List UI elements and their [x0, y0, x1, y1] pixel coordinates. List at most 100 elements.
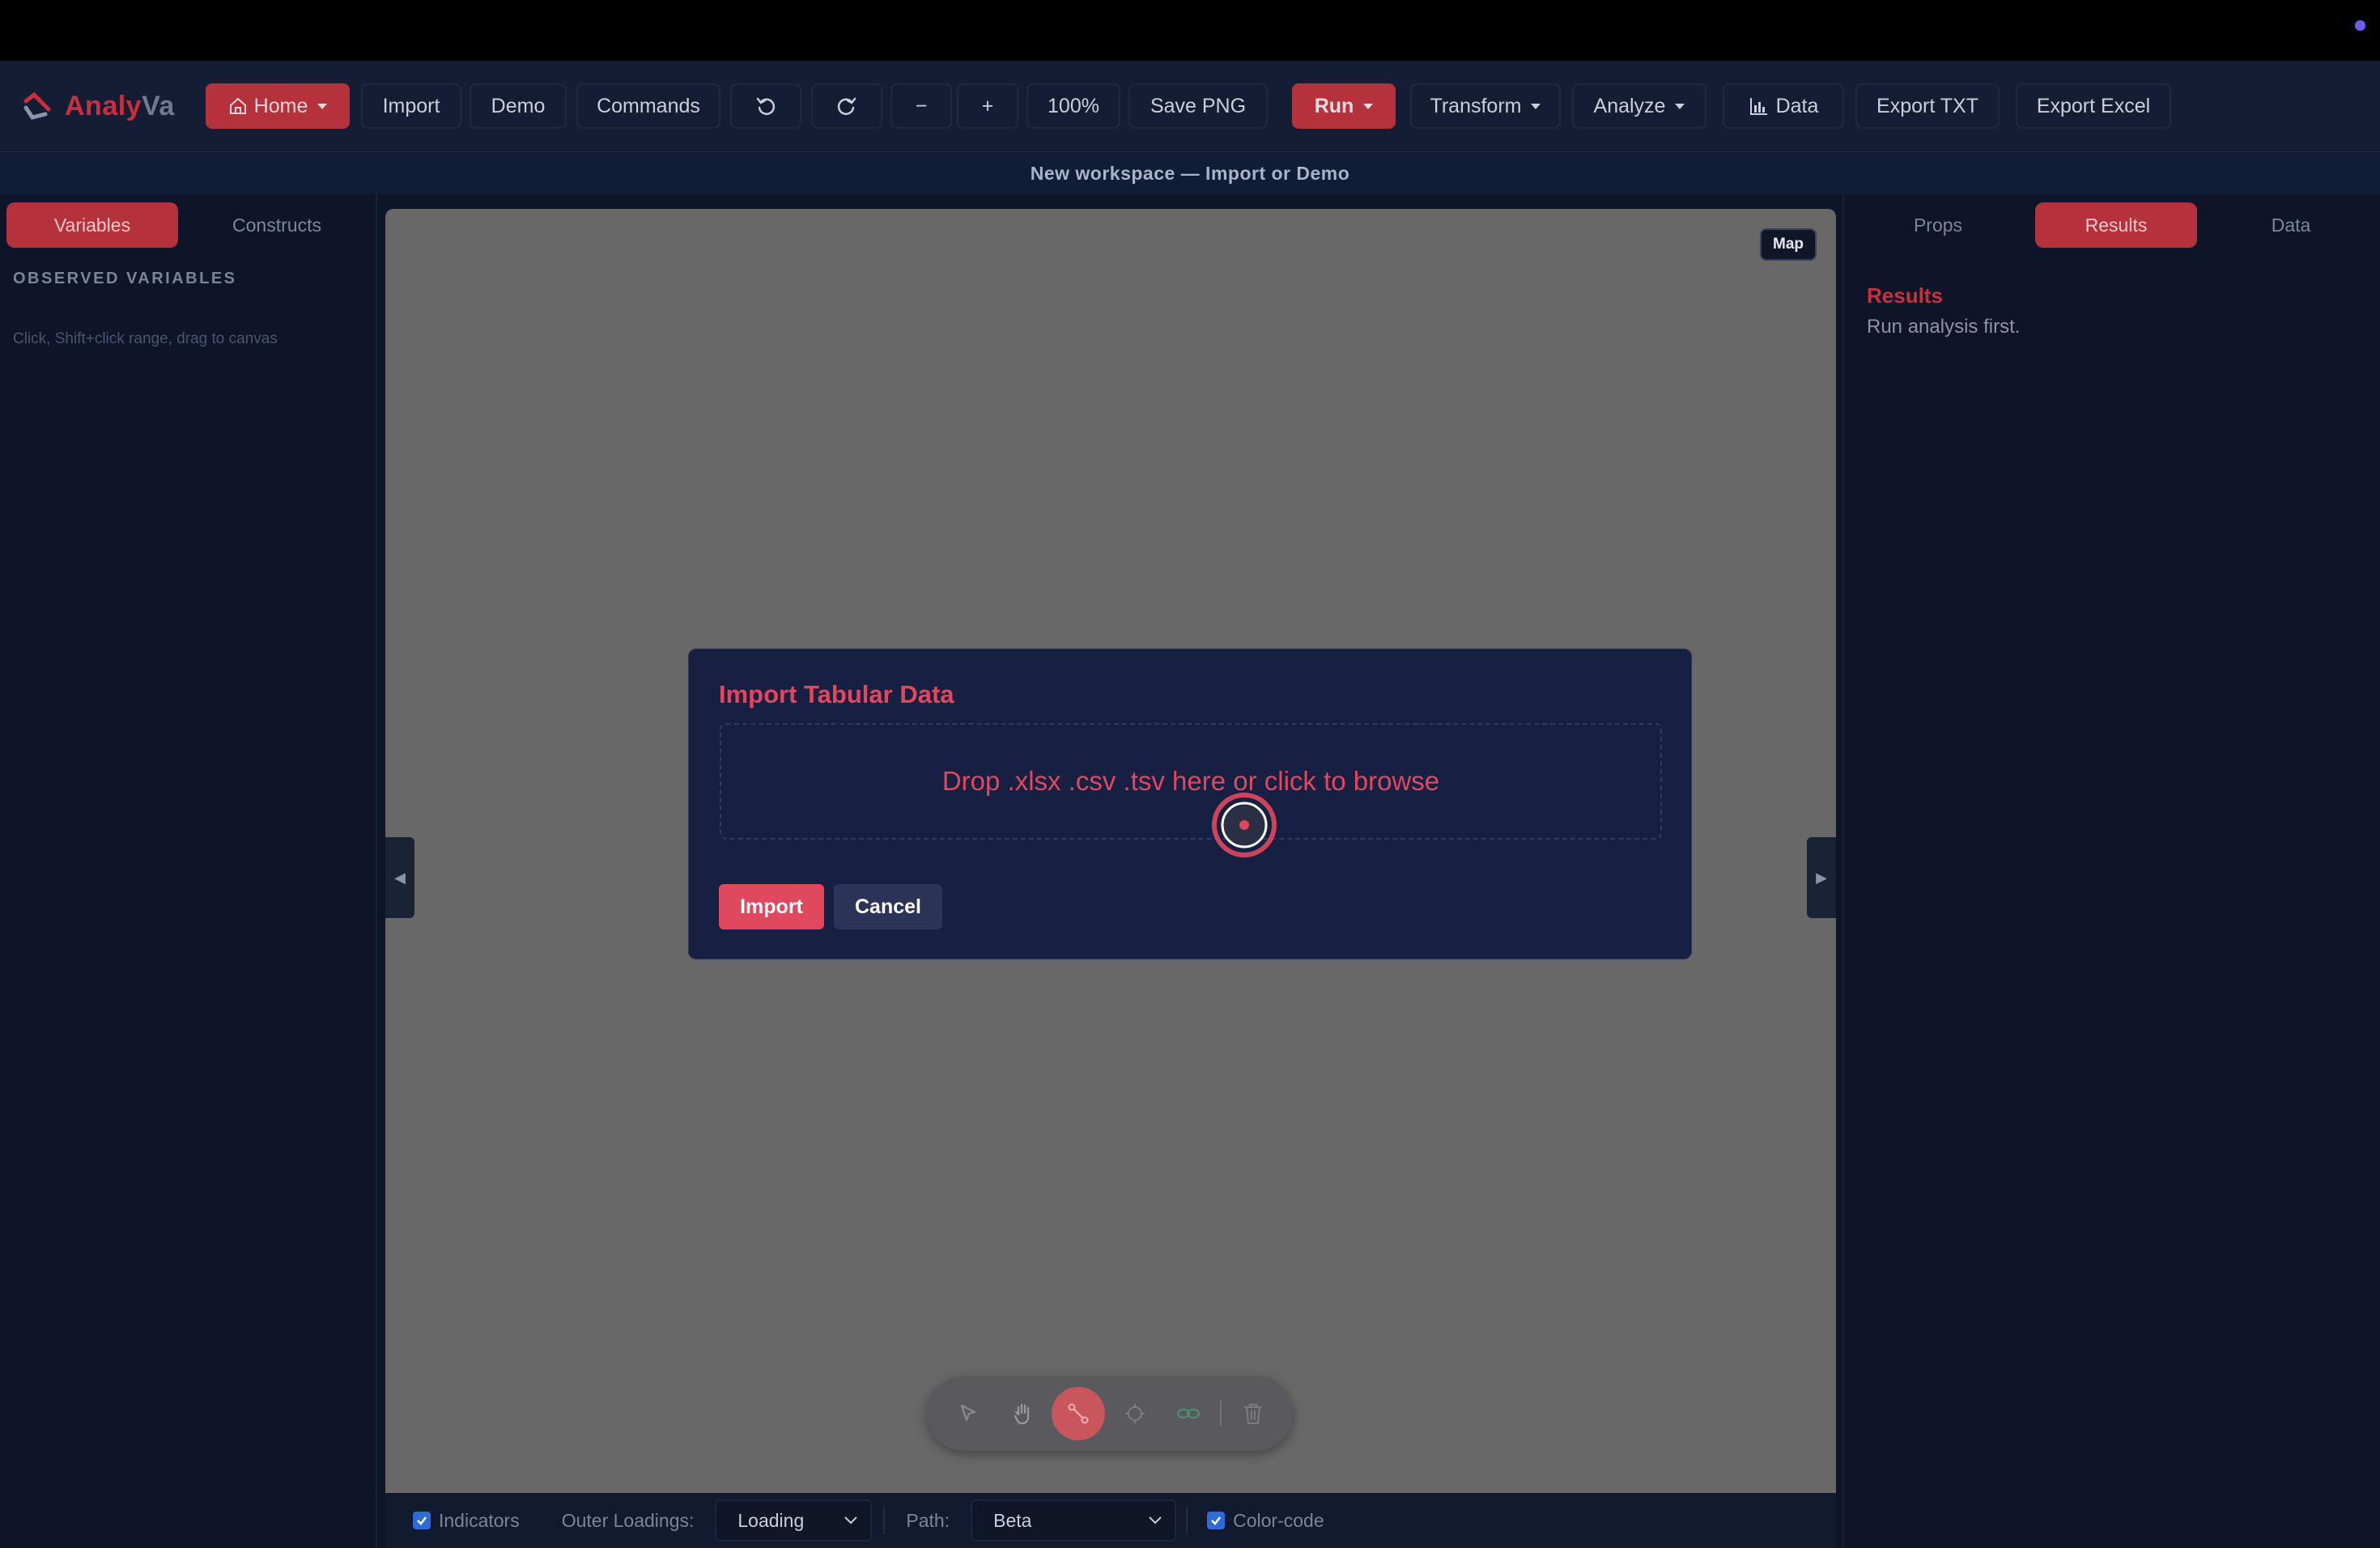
minimap-button[interactable]: Map [1760, 228, 1817, 261]
tab-constructs[interactable]: Constructs [191, 202, 363, 248]
zoom-out-button[interactable]: − [890, 83, 952, 129]
trash-icon [1244, 1404, 1262, 1424]
data-button[interactable]: Data [1723, 83, 1844, 129]
export-excel-button[interactable]: Export Excel [2016, 83, 2171, 129]
analyze-label: Analyze [1593, 94, 1666, 117]
link-icon [1177, 1409, 1200, 1418]
export-txt-button[interactable]: Export TXT [1855, 83, 2000, 129]
link-tool[interactable] [1165, 1390, 1212, 1437]
variables-hint: Click, Shift+click range, drag to canvas [13, 330, 278, 347]
run-label: Run [1314, 94, 1354, 117]
path-select[interactable]: Beta [971, 1499, 1177, 1542]
zoom-in-label: + [981, 94, 994, 117]
outer-loadings-select[interactable]: Loading [715, 1499, 873, 1542]
save-png-button[interactable]: Save PNG [1128, 83, 1268, 129]
chevron-down-icon [1149, 1516, 1162, 1525]
file-dropzone[interactable]: Drop .xlsx .csv .tsv here or click to br… [720, 723, 1662, 840]
cancel-button[interactable]: Cancel [834, 884, 942, 929]
commands-label: Commands [597, 94, 700, 117]
zoom-level-label: 100% [1048, 94, 1099, 117]
color-code-checkbox[interactable] [1207, 1512, 1226, 1529]
check-icon [1211, 1516, 1222, 1525]
connect-path-tool[interactable] [1052, 1387, 1105, 1440]
redo-icon [837, 97, 856, 115]
collapse-left-toggle[interactable]: ◀ [385, 837, 414, 918]
import-dialog: Import Tabular Data Drop .xlsx .csv .tsv… [688, 649, 1692, 959]
import-label: Import [382, 94, 440, 117]
indicators-label: Indicators [439, 1509, 520, 1531]
analyze-button[interactable]: Analyze [1572, 83, 1706, 129]
color-code-label: Color-code [1233, 1509, 1324, 1531]
transform-label: Transform [1430, 94, 1522, 117]
zoom-in-button[interactable]: + [957, 83, 1018, 129]
chevron-down-icon [1363, 103, 1374, 109]
import-button[interactable]: Import [361, 83, 461, 129]
select-icon [960, 1404, 976, 1422]
hand-icon [1014, 1403, 1030, 1425]
export-txt-label: Export TXT [1876, 94, 1978, 117]
bar-chart-icon [1749, 98, 1767, 115]
dock-divider [1220, 1401, 1222, 1427]
commands-button[interactable]: Commands [576, 83, 720, 129]
divider [1186, 1507, 1188, 1534]
app-logo[interactable]: AnalyVa [21, 90, 175, 122]
import-confirm-button[interactable]: Import [719, 884, 824, 929]
tool-dock [927, 1376, 1293, 1451]
undo-button[interactable] [730, 83, 801, 129]
logo-icon [23, 91, 51, 120]
canvas-options-bar: Indicators Outer Loadings: Loading Path:… [385, 1493, 1836, 1548]
path-value: Beta [993, 1509, 1032, 1531]
banner-text: New workspace — Import or Demo [1030, 162, 1350, 184]
check-icon [417, 1516, 427, 1525]
redo-button[interactable] [811, 83, 882, 129]
dropzone-text: Drop .xlsx .csv .tsv here or click to br… [941, 766, 1440, 796]
click-cursor-icon [1212, 793, 1277, 857]
construct-icon [1125, 1404, 1145, 1423]
chevron-down-icon [844, 1516, 858, 1525]
home-label: Home [253, 94, 308, 117]
zoom-level-button[interactable]: 100% [1026, 83, 1120, 129]
top-black-bar [0, 0, 2380, 61]
results-message: Run analysis first. [1867, 316, 2021, 338]
export-excel-label: Export Excel [2036, 94, 2151, 117]
construct-tool[interactable] [1111, 1390, 1158, 1437]
delete-tool[interactable] [1230, 1390, 1277, 1437]
chevron-left-icon: ◀ [394, 869, 406, 886]
chevron-down-icon [317, 103, 328, 109]
right-panel: Props Results Data Results Run analysis … [1842, 194, 2380, 1548]
status-dot-icon [2355, 20, 2365, 31]
transform-button[interactable]: Transform [1410, 83, 1561, 129]
save-png-label: Save PNG [1150, 94, 1247, 117]
tab-variables[interactable]: Variables [6, 202, 178, 248]
outer-loadings-value: Loading [737, 1509, 805, 1531]
pan-tool[interactable] [1000, 1390, 1047, 1437]
home-icon [229, 97, 246, 114]
home-button[interactable]: Home [206, 83, 350, 129]
zoom-out-label: − [915, 94, 928, 117]
dialog-title: Import Tabular Data [719, 680, 954, 708]
left-panel: Variables Constructs OBSERVED VARIABLES … [0, 194, 377, 1548]
path-label: Path: [906, 1509, 950, 1531]
main-toolbar: AnalyVa Home Import Demo Commands − + 10… [0, 61, 2380, 152]
observed-variables-heading: OBSERVED VARIABLES [13, 270, 237, 287]
logo-text: AnalyVa [65, 90, 175, 121]
demo-button[interactable]: Demo [470, 83, 567, 129]
chevron-right-icon: ▶ [1816, 869, 1827, 886]
collapse-right-toggle[interactable]: ▶ [1807, 837, 1836, 918]
outer-loadings-label: Outer Loadings: [561, 1509, 695, 1531]
undo-icon [756, 97, 776, 115]
results-title: Results [1867, 283, 1943, 308]
tab-props[interactable]: Props [1857, 202, 2019, 248]
workspace-banner: New workspace — Import or Demo [0, 152, 2380, 194]
chevron-down-icon [1675, 103, 1685, 109]
tab-results[interactable]: Results [2035, 202, 2197, 248]
connect-path-icon [1068, 1403, 1089, 1424]
chevron-down-icon [1531, 103, 1541, 109]
data-label: Data [1775, 94, 1819, 117]
tab-data[interactable]: Data [2210, 202, 2372, 248]
indicators-checkbox[interactable] [413, 1512, 431, 1529]
demo-label: Demo [491, 94, 546, 117]
divider [883, 1507, 886, 1534]
select-tool[interactable] [945, 1390, 992, 1437]
run-button[interactable]: Run [1292, 83, 1396, 129]
